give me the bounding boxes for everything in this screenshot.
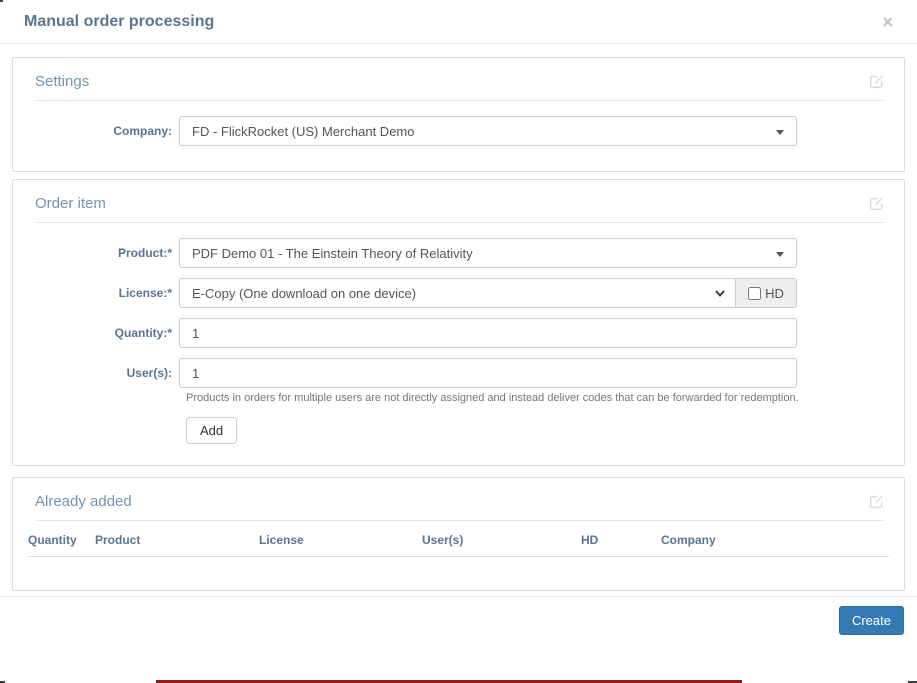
chevron-down-icon xyxy=(715,290,725,297)
settings-panel: Settings Company: FD - FlickRocket (US) … xyxy=(12,57,905,172)
modal-header: Manual order processing × xyxy=(0,0,917,44)
company-select[interactable]: FD - FlickRocket (US) Merchant Demo xyxy=(179,116,797,146)
license-select[interactable]: E-Copy (One download on one device) xyxy=(179,278,736,308)
edit-icon[interactable] xyxy=(869,74,884,89)
table-header-row: Quantity Product License User(s) HD Comp… xyxy=(28,521,889,557)
hd-addon: HD xyxy=(736,278,797,308)
modal-title: Manual order processing xyxy=(24,13,872,31)
hd-label: HD xyxy=(765,286,784,301)
col-users: User(s) xyxy=(422,521,581,557)
hd-checkbox[interactable] xyxy=(748,287,761,300)
product-select[interactable]: PDF Demo 01 - The Einstein Theory of Rel… xyxy=(179,238,797,268)
edit-icon[interactable] xyxy=(869,494,884,509)
chevron-down-icon xyxy=(776,252,784,257)
license-select-value: E-Copy (One download on one device) xyxy=(192,286,416,301)
already-added-panel: Already added Quantity Product License U… xyxy=(12,477,905,591)
close-icon[interactable]: × xyxy=(872,13,893,31)
already-added-table: Quantity Product License User(s) HD Comp… xyxy=(28,521,889,557)
order-item-panel: Order item Product:* PDF Demo 01 - The E… xyxy=(12,179,905,466)
users-input[interactable] xyxy=(179,358,797,388)
modal-footer: Create xyxy=(0,596,917,644)
col-license: License xyxy=(259,521,422,557)
settings-heading: Settings xyxy=(35,73,89,90)
col-quantity: Quantity xyxy=(28,521,95,557)
already-added-heading: Already added xyxy=(35,493,132,510)
product-select-value: PDF Demo 01 - The Einstein Theory of Rel… xyxy=(192,246,473,261)
edit-icon[interactable] xyxy=(869,196,884,211)
order-item-heading: Order item xyxy=(35,195,106,212)
col-hd: HD xyxy=(581,521,661,557)
page-behind-artifact-top-left xyxy=(0,0,3,2)
company-label: Company: xyxy=(35,116,179,146)
add-button[interactable]: Add xyxy=(186,417,237,444)
create-button[interactable]: Create xyxy=(839,606,904,635)
users-label: User(s): xyxy=(35,358,179,388)
license-label: License:* xyxy=(35,278,179,308)
company-select-value: FD - FlickRocket (US) Merchant Demo xyxy=(192,124,414,139)
product-label: Product:* xyxy=(35,238,179,268)
quantity-label: Quantity:* xyxy=(35,318,179,348)
col-company: Company xyxy=(661,521,889,557)
chevron-down-icon xyxy=(776,130,784,135)
users-help-text: Products in orders for multiple users ar… xyxy=(186,392,882,405)
col-product: Product xyxy=(95,521,259,557)
quantity-input[interactable] xyxy=(179,318,797,348)
